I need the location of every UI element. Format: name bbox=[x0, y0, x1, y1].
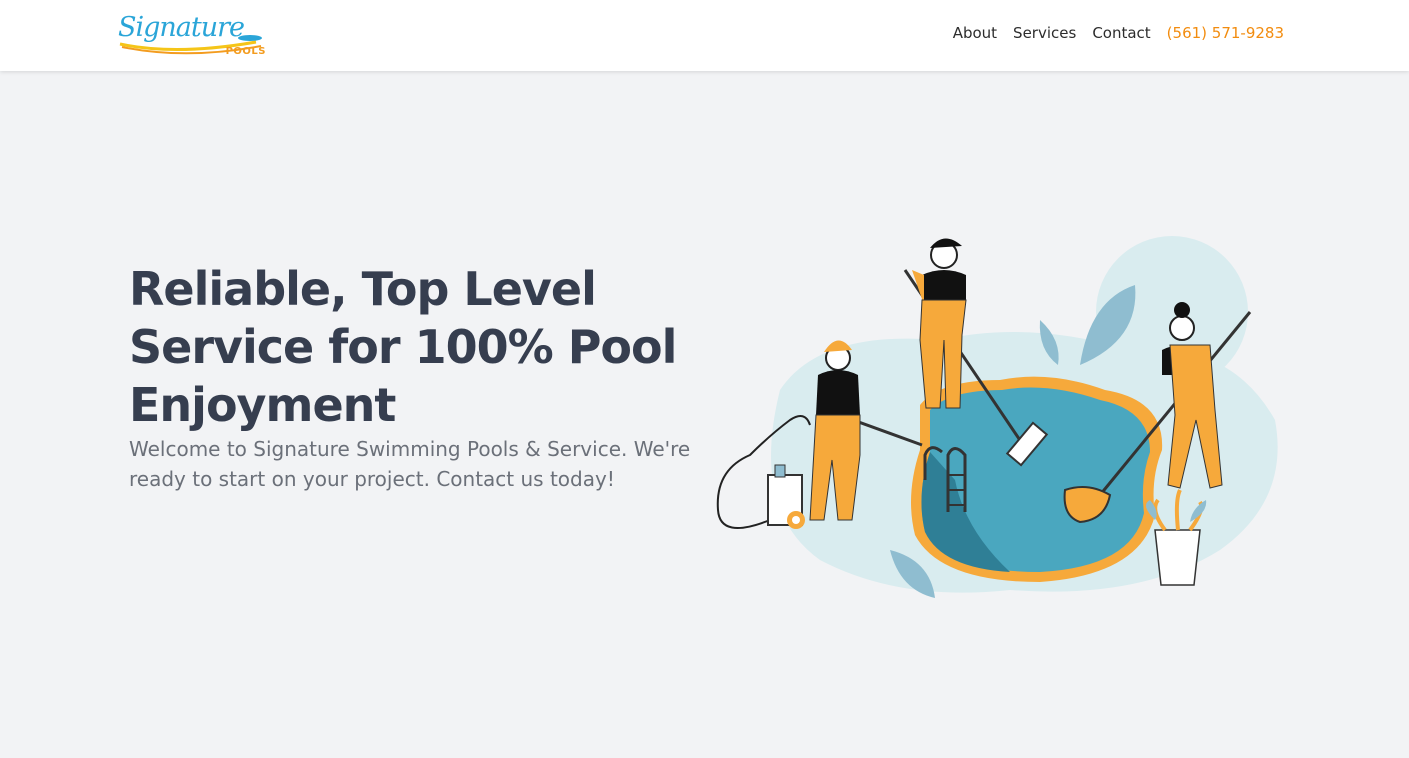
hero-title: Reliable, Top Level Service for 100% Poo… bbox=[129, 262, 677, 432]
navbar: Signature POOLS About Services Contact (… bbox=[0, 0, 1409, 71]
logo[interactable]: Signature POOLS bbox=[116, 10, 268, 60]
nav-contact[interactable]: Contact bbox=[1092, 24, 1150, 42]
hero-subtitle: Welcome to Signature Swimming Pools & Se… bbox=[129, 437, 691, 491]
pool-cleaning-workers-illustration-icon bbox=[716, 236, 1278, 598]
nav-services[interactable]: Services bbox=[1013, 24, 1076, 42]
logo-pools-text: POOLS bbox=[225, 46, 266, 57]
nav-about[interactable]: About bbox=[953, 24, 997, 42]
nav-phone-link[interactable]: (561) 571-9283 bbox=[1167, 24, 1284, 42]
main-nav: About Services Contact (561) 571-9283 bbox=[953, 24, 1284, 42]
